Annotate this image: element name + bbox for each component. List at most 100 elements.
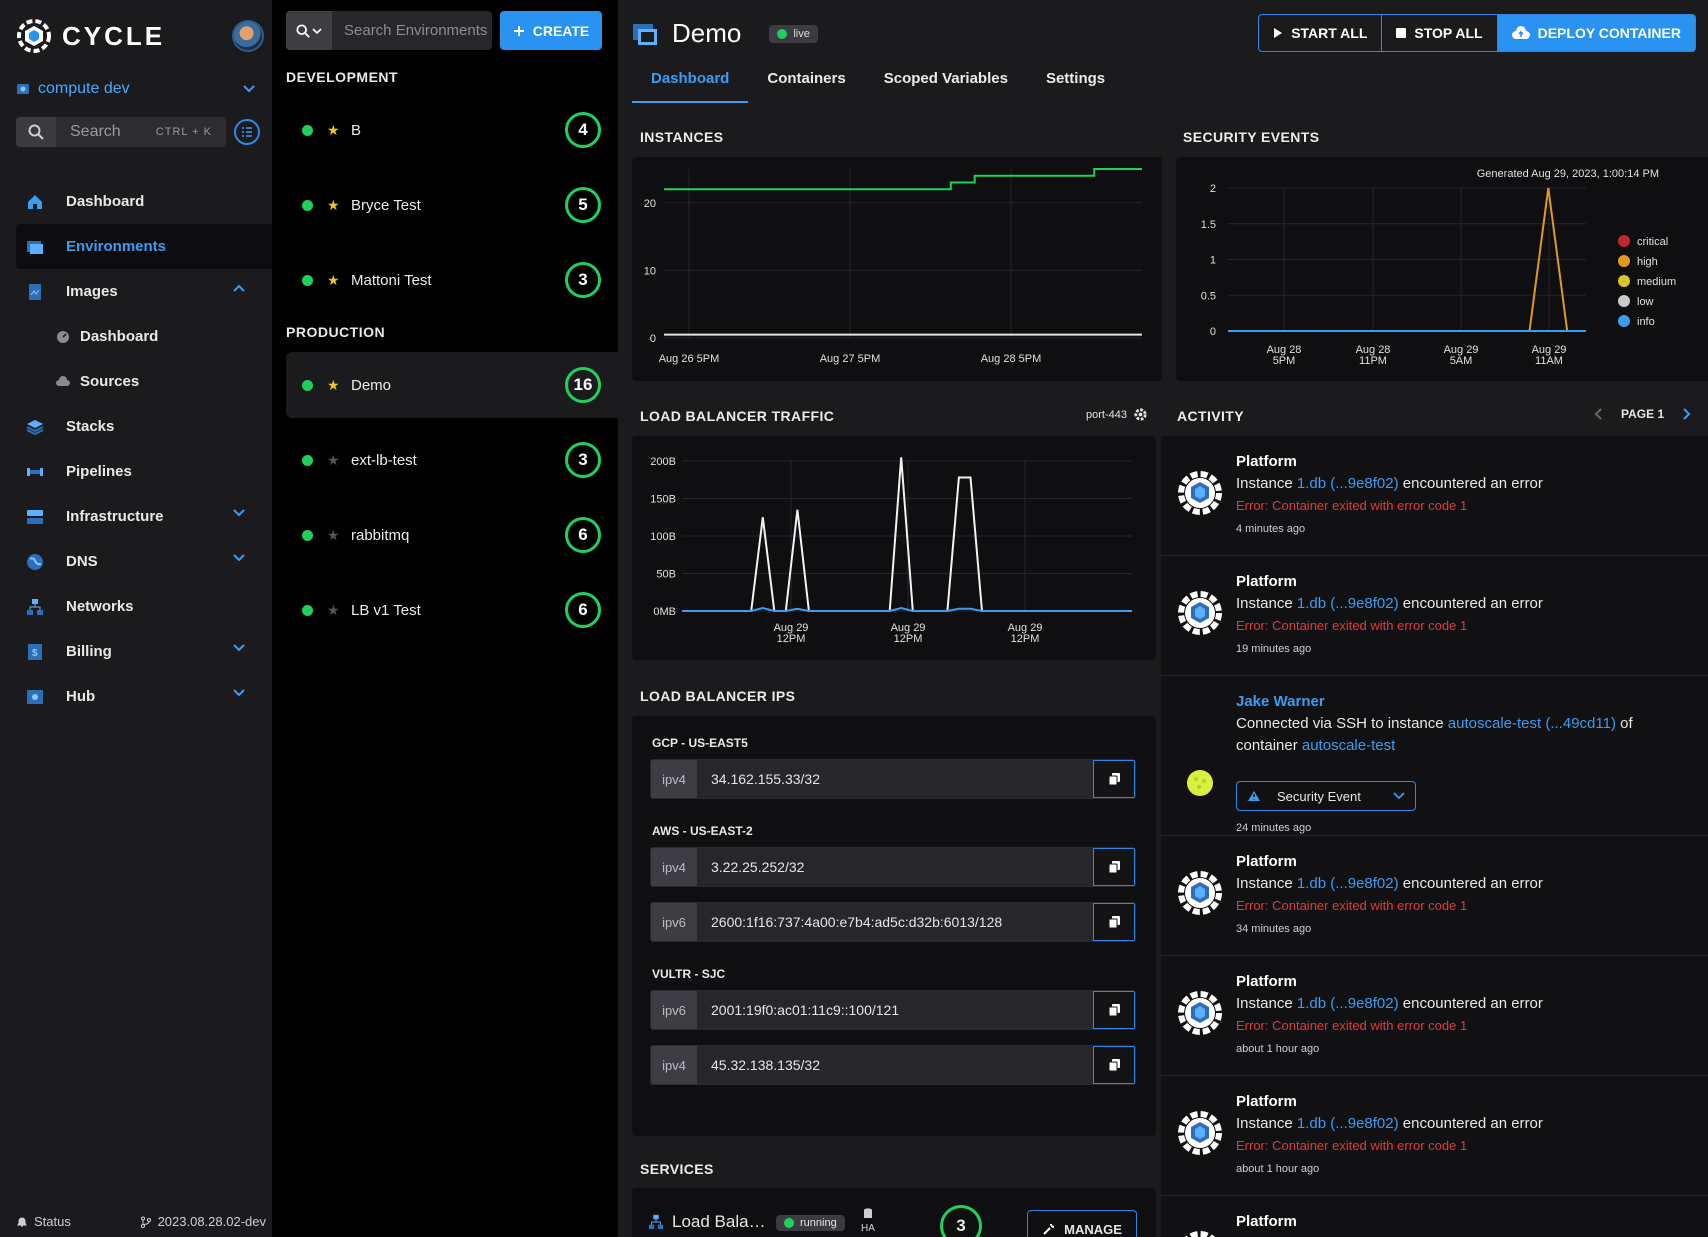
activity-item: Platform Instance 1.db (...9e8f02) encoun… [1161, 956, 1708, 1076]
activity-message: Instance 1.db (...9e8f02) encountered an… [1236, 873, 1696, 895]
copy-button[interactable] [1093, 848, 1135, 886]
nav-images-dashboard[interactable]: Dashboard [16, 314, 272, 359]
star-filled-icon[interactable]: ★ [327, 123, 341, 137]
instances-title: INSTANCES [640, 129, 724, 145]
nav-stacks[interactable]: Stacks [16, 404, 272, 449]
status-dot-icon [302, 199, 313, 211]
activity-item: Platform Instance 1.db (...9e8f02) encoun… [1161, 836, 1708, 956]
service-name: Load Bala… [672, 1212, 766, 1231]
user-avatar[interactable] [232, 20, 264, 52]
nav-networks[interactable]: Networks [16, 584, 272, 629]
message-text: encountered an error [1398, 475, 1543, 492]
star-filled-icon[interactable]: ★ [327, 198, 341, 212]
copy-button[interactable] [1093, 903, 1135, 941]
hub-selector[interactable]: compute dev [16, 80, 256, 98]
instance-link[interactable]: 1.db (...9e8f02) [1297, 995, 1399, 1012]
environment-instance-count: 5 [565, 187, 601, 223]
tab-settings[interactable]: Settings [1027, 70, 1124, 103]
ip-address: 34.162.155.33/32 [697, 760, 1093, 798]
platform-gear-icon [1175, 588, 1225, 638]
star-outline-icon[interactable]: ★ [327, 528, 341, 542]
activity-actor: Platform [1236, 453, 1297, 470]
container-link[interactable]: autoscale-test [1302, 737, 1395, 754]
command-palette-icon[interactable] [234, 119, 260, 145]
nav-images[interactable]: Images [16, 269, 272, 314]
x-tick-label: 12PM [1011, 633, 1040, 645]
environment-item[interactable]: ★ B 4 [286, 97, 618, 163]
service-load-balancer[interactable]: Load Bala… [648, 1212, 766, 1232]
services-panel: Load Bala… running HA 3 MANAGE [632, 1188, 1156, 1237]
legend-low-label: low [1637, 296, 1654, 308]
star-filled-icon[interactable]: ★ [327, 273, 341, 287]
message-text: Instance [1236, 875, 1297, 892]
nav-environments[interactable]: Environments [16, 224, 272, 269]
security-event-dropdown[interactable]: Security Event [1236, 781, 1416, 811]
star-outline-icon[interactable]: ★ [327, 453, 341, 467]
status-link[interactable]: Status [16, 1214, 71, 1229]
environment-item[interactable]: ★ ext-lb-test 3 [286, 427, 618, 493]
home-icon [26, 193, 44, 211]
search-filter-button[interactable] [286, 11, 332, 50]
security-events-chart-panel: Generated Aug 29, 2023, 1:00:14 PM 0 0.5 1 1… [1176, 157, 1708, 381]
environment-search[interactable]: Search Environments [286, 11, 492, 50]
copy-button[interactable] [1093, 1046, 1135, 1084]
manage-button[interactable]: MANAGE [1027, 1210, 1137, 1237]
chevron-right-icon[interactable] [1682, 407, 1692, 421]
error-message: Error: Container exited with error code … [1236, 1018, 1468, 1033]
tab-scoped-variables[interactable]: Scoped Variables [865, 70, 1027, 103]
copy-button[interactable] [1093, 991, 1135, 1029]
environment-item[interactable]: ★ Demo 16 [286, 352, 618, 418]
environment-search-input[interactable]: Search Environments [344, 22, 489, 39]
global-search[interactable]: Search CTRL + K [16, 117, 226, 147]
nav-dns-label: DNS [66, 553, 98, 570]
environment-item[interactable]: ★ Mattoni Test 3 [286, 247, 618, 313]
environment-list-panel: Search Environments CREATE DEVELOPMENT ★… [272, 0, 618, 1237]
copy-button[interactable] [1093, 760, 1135, 798]
activity-actor: Platform [1236, 853, 1297, 870]
environment-name: Mattoni Test [351, 271, 432, 289]
stop-all-label: STOP ALL [1414, 25, 1483, 41]
environment-item[interactable]: ★ rabbitmq 6 [286, 502, 618, 568]
instance-link[interactable]: autoscale-test (...49cd11) [1448, 715, 1616, 732]
activity-timestamp: 24 minutes ago [1236, 822, 1312, 834]
chevron-left-icon[interactable] [1593, 407, 1603, 421]
database-icon [863, 1208, 872, 1218]
deploy-container-button[interactable]: DEPLOY CONTAINER [1497, 15, 1695, 51]
star-filled-icon[interactable]: ★ [327, 378, 341, 392]
instance-link[interactable]: 1.db (...9e8f02) [1297, 875, 1399, 892]
environment-icon [26, 238, 44, 256]
nav-dashboard[interactable]: Dashboard [16, 179, 272, 224]
tab-dashboard[interactable]: Dashboard [632, 70, 749, 103]
brand[interactable]: CYCLE [16, 18, 165, 54]
message-text: Instance [1236, 475, 1297, 492]
server-icon [26, 508, 44, 526]
nav-pipelines[interactable]: Pipelines [16, 449, 272, 494]
lb-port-selector[interactable]: port-443 [1086, 407, 1148, 422]
nav-infrastructure[interactable]: Infrastructure [16, 494, 272, 539]
ip-row: ipv4 45.32.138.135/32 [650, 1045, 1136, 1085]
y-tick-label: 10 [644, 265, 656, 277]
nav-images-sources[interactable]: Sources [16, 359, 272, 404]
svg-text:$: $ [32, 648, 38, 659]
nav-hub[interactable]: Hub [16, 674, 272, 719]
nav-dns[interactable]: DNS [16, 539, 272, 584]
app: CYCLE compute dev Search CTRL + K Dashbo… [0, 0, 1708, 1237]
instance-link[interactable]: 1.db (...9e8f02) [1297, 595, 1399, 612]
environment-item[interactable]: ★ Bryce Test 5 [286, 172, 618, 238]
create-environment-button[interactable]: CREATE [500, 11, 602, 50]
environment-instance-count: 4 [565, 112, 601, 148]
instance-link[interactable]: 1.db (...9e8f02) [1297, 1115, 1399, 1132]
star-outline-icon[interactable]: ★ [327, 603, 341, 617]
legend-high-label: high [1637, 256, 1658, 268]
nav-billing[interactable]: $ Billing [16, 629, 272, 674]
status-dot-icon [302, 274, 313, 286]
start-all-button[interactable]: START ALL [1259, 15, 1383, 51]
gear-icon[interactable] [1133, 407, 1148, 422]
x-tick-label: 11AM [1535, 355, 1563, 367]
instance-link[interactable]: 1.db (...9e8f02) [1297, 475, 1399, 492]
tab-containers[interactable]: Containers [748, 70, 864, 103]
x-tick-label: 5PM [1273, 355, 1296, 367]
environment-item[interactable]: ★ LB v1 Test 6 [286, 577, 618, 643]
legend-medium-label: medium [1637, 276, 1676, 288]
stop-all-button[interactable]: STOP ALL [1382, 15, 1498, 51]
